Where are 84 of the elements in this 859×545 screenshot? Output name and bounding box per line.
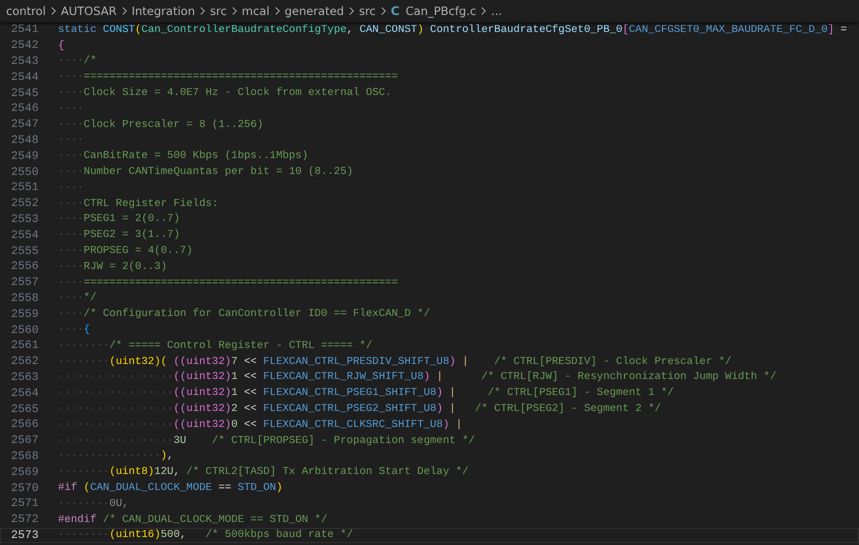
code-line: ···· (58, 102, 84, 115)
line-number: 2571 (10, 497, 40, 510)
chevron-right-icon (120, 6, 128, 16)
code-line: ········0U, (58, 498, 129, 510)
chevron-right-icon (198, 6, 206, 16)
line-number: 2541 (10, 23, 40, 36)
line-number: 2548 (10, 134, 40, 147)
chevron-right-icon (380, 6, 387, 16)
code-line: static CONST(Can_ControllerBaudrateConfigType, CAN_CONST) ControllerBaudrateCfgSet0_PB_0[CAN_CFGSET0_MAX_BAUDRATE_FC_D_0] = (58, 24, 847, 36)
line-number: 2546 (10, 102, 40, 116)
code-line: ········(uint8)12U, /* CTRL2[TASD] Tx Arbitration Start Delay */ (58, 466, 468, 478)
line-number: 2558 (10, 292, 40, 305)
line-number: 2557 (10, 276, 40, 290)
code-line: ····/* Configuration for CanController ID0 == FlexCAN_D */ (58, 308, 430, 320)
breadcrumb-item[interactable]: mcal (242, 4, 270, 18)
line-number: 2553 (10, 212, 40, 226)
line-number: 2556 (10, 260, 40, 274)
code-line: ··················((uint32)0 << FLEXCAN_CTRL_CLKSRC_SHIFT_U8) | (58, 418, 462, 431)
line-number: 2572 (10, 513, 40, 526)
line-number: 2559 (10, 308, 40, 321)
code-line: ····PSEG1 = 2(0..7) (58, 213, 180, 226)
breadcrumb-item[interactable]: src (210, 4, 227, 18)
code-line: ····================================================= (58, 276, 398, 289)
line-number: 2552 (10, 197, 40, 210)
line-number: 2542 (10, 39, 40, 52)
chevron-right-icon (230, 6, 238, 16)
line-number: 2560 (10, 324, 40, 337)
breadcrumb-overflow[interactable]: ... (491, 4, 502, 18)
line-number: 2555 (10, 244, 40, 258)
line-number: 2562 (10, 355, 40, 368)
line-number: 2563 (10, 370, 40, 384)
code-line: ····Clock Prescaler = 8 (1..256) (58, 118, 264, 131)
code-line: ··················((uint32)1 << FLEXCAN_CTRL_RJW_SHIFT_U8) | /* CTRL[RJW] - Resynchronization Jump Width */ (58, 371, 776, 384)
code-line: ··················((uint32)2 << FLEXCAN_CTRL_PSEG2_SHIFT_U8) | /* CTRL[PSEG2] - Segment 2 */ (58, 403, 661, 416)
line-number: 2564 (10, 386, 40, 400)
breadcrumb-item[interactable]: AUTOSAR (60, 4, 117, 18)
code-line: ···· (58, 134, 84, 146)
code-line: ········/* ===== Control Register - CTRL ===== */ (58, 340, 372, 352)
line-number: 2561 (10, 339, 40, 352)
code-line: { (58, 40, 64, 52)
code-line: ····PROPSEG = 4(0..7) (58, 245, 193, 258)
code-line: ········(uint16)500, /* 500kbps baud rate */ (58, 529, 354, 542)
line-number: 2573 (10, 528, 40, 542)
breadcrumb-item[interactable]: Can_PBcfg.c (406, 4, 476, 18)
code-line: ····CTRL Register Fields: (58, 198, 218, 210)
line-number: 2550 (10, 166, 40, 179)
breadcrumb-item[interactable]: Integration (132, 4, 195, 18)
c-file-icon: C (390, 4, 400, 18)
code-line: ········(uint32)( ((uint32)7 << FLEXCAN_CTRL_PRESDIV_SHIFT_U8) | /* CTRL[PRESDIV] - Clock Prescaler */ (58, 356, 732, 368)
line-number: 2566 (10, 418, 40, 432)
code-line: ····Clock Size = 4.0E7 Hz - Clock from external OSC. (58, 87, 392, 100)
line-number: 2545 (10, 86, 40, 100)
line-number: 2543 (10, 54, 40, 68)
code-line: ····*/ (58, 292, 96, 304)
code-line: ····PSEG2 = 3(1..7) (58, 229, 180, 242)
code-line: ····RJW = 2(0..3) (58, 260, 168, 273)
line-number: 2568 (10, 450, 40, 463)
line-number: 2554 (10, 228, 40, 242)
code-line: ····================================================= (58, 71, 398, 84)
breadcrumb-item[interactable]: src (358, 4, 376, 18)
code-line: ····Number CANTimeQuantas per bit = 10 (8..25) (58, 166, 354, 178)
code-line: #endif /* CAN_DUAL_CLOCK_MODE == STD_ON */ (58, 514, 328, 526)
line-number: 2551 (10, 181, 40, 194)
chevron-right-icon (480, 6, 488, 16)
code-line: ··················((uint32)1 << FLEXCAN_CTRL_PSEG1_SHIFT_U8) | /* CTRL[PSEG1] - Segment 1 */ (58, 387, 674, 400)
code-line: ··················3U /* CTRL[PROPSEG] - Propagation segment */ (58, 434, 475, 447)
code-line: #if (CAN_DUAL_CLOCK_MODE == STD_ON) (58, 482, 282, 494)
line-number: 2549 (10, 150, 40, 163)
line-number: 2547 (10, 118, 40, 132)
code-line: ···· (58, 182, 84, 194)
line-number: 2565 (10, 402, 40, 416)
line-number: 2569 (10, 466, 40, 479)
code-line: ····CanBitRate = 500 Kbps (1bps..1Mbps) (58, 150, 308, 162)
code-line: ····{ (58, 324, 90, 336)
line-number: 2567 (10, 434, 40, 448)
chevron-right-icon (50, 6, 57, 16)
chevron-right-icon (348, 6, 355, 16)
breadcrumb-item[interactable]: control (6, 4, 46, 18)
code-line: ················), (58, 450, 174, 462)
chevron-right-icon (274, 6, 281, 16)
breadcrumb-item[interactable]: generated (284, 4, 344, 18)
line-number: 2570 (10, 482, 40, 494)
code-line: ····/* (58, 55, 96, 68)
line-number: 2544 (10, 70, 40, 84)
